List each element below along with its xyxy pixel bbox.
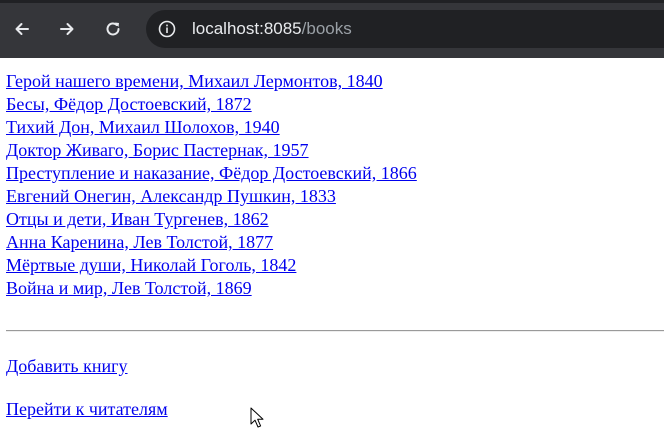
list-item: Война и мир, Лев Толстой, 1869 bbox=[6, 277, 417, 300]
arrow-right-icon bbox=[60, 23, 74, 35]
list-item: Евгений Онегин, Александр Пушкин, 1833 bbox=[6, 185, 417, 208]
book-list: Герой нашего времени, Михаил Лермонтов, … bbox=[6, 70, 417, 300]
list-item: Тихий Дон, Михаил Шолохов, 1940 bbox=[6, 116, 417, 139]
url-text: localhost:8085/books bbox=[192, 19, 352, 39]
book-link[interactable]: Тихий Дон, Михаил Шолохов, 1940 bbox=[6, 117, 280, 137]
divider bbox=[6, 330, 664, 332]
book-link[interactable]: Отцы и дети, Иван Тургенев, 1862 bbox=[6, 209, 269, 229]
book-link[interactable]: Война и мир, Лев Толстой, 1869 bbox=[6, 278, 252, 298]
list-item: Мёртвые души, Николай Гоголь, 1842 bbox=[6, 254, 417, 277]
list-item: Анна Каренина, Лев Толстой, 1877 bbox=[6, 231, 417, 254]
forward-button[interactable] bbox=[51, 13, 83, 45]
reload-icon bbox=[106, 22, 120, 36]
list-item: Герой нашего времени, Михаил Лермонтов, … bbox=[6, 70, 417, 93]
list-item: Доктор Живаго, Борис Пастернак, 1957 bbox=[6, 139, 417, 162]
page-content: Герой нашего времени, Михаил Лермонтов, … bbox=[0, 58, 664, 447]
list-item: Отцы и дети, Иван Тургенев, 1862 bbox=[6, 208, 417, 231]
address-bar[interactable]: localhost:8085/books bbox=[146, 10, 664, 48]
add-book-link[interactable]: Добавить книгу bbox=[6, 355, 128, 378]
info-icon[interactable] bbox=[158, 20, 176, 38]
go-to-readers-link[interactable]: Перейти к читателям bbox=[6, 398, 168, 421]
arrow-left-icon bbox=[15, 23, 29, 35]
list-item: Бесы, Фёдор Достоевский, 1872 bbox=[6, 93, 417, 116]
book-link[interactable]: Герой нашего времени, Михаил Лермонтов, … bbox=[6, 71, 383, 91]
browser-toolbar: localhost:8085/books bbox=[0, 0, 664, 58]
book-link[interactable]: Преступление и наказание, Фёдор Достоевс… bbox=[6, 163, 417, 183]
url-host: localhost:8085 bbox=[192, 19, 302, 38]
reload-button[interactable] bbox=[97, 13, 129, 45]
url-path: /books bbox=[301, 19, 352, 38]
back-button[interactable] bbox=[6, 13, 38, 45]
book-link[interactable]: Бесы, Фёдор Достоевский, 1872 bbox=[6, 94, 252, 114]
list-item: Преступление и наказание, Фёдор Достоевс… bbox=[6, 162, 417, 185]
book-link[interactable]: Евгений Онегин, Александр Пушкин, 1833 bbox=[6, 186, 336, 206]
book-link[interactable]: Анна Каренина, Лев Толстой, 1877 bbox=[6, 232, 273, 252]
book-link[interactable]: Доктор Живаго, Борис Пастернак, 1957 bbox=[6, 140, 309, 160]
mouse-pointer-icon bbox=[250, 407, 264, 428]
book-link[interactable]: Мёртвые души, Николай Гоголь, 1842 bbox=[6, 255, 296, 275]
